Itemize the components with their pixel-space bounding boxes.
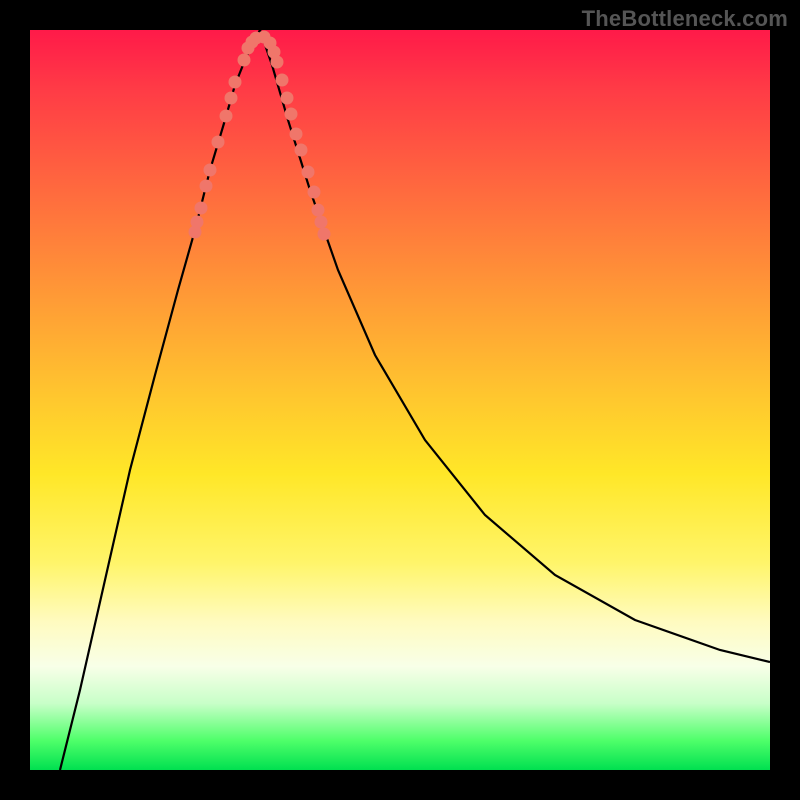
data-bead	[281, 92, 294, 105]
data-bead	[312, 204, 325, 217]
watermark-text: TheBottleneck.com	[582, 6, 788, 32]
data-bead	[315, 216, 328, 229]
data-bead	[285, 108, 298, 121]
data-bead	[191, 216, 204, 229]
data-bead	[271, 56, 284, 69]
data-bead	[318, 228, 331, 241]
data-bead	[308, 186, 321, 199]
data-bead	[276, 74, 289, 87]
data-bead	[200, 180, 213, 193]
curve-right-branch	[260, 30, 770, 662]
data-beads	[189, 31, 331, 241]
curve-layer	[30, 30, 770, 770]
data-bead	[212, 136, 225, 149]
data-bead	[258, 31, 271, 44]
data-bead	[204, 164, 217, 177]
data-bead	[290, 128, 303, 141]
chart-frame: TheBottleneck.com	[0, 0, 800, 800]
data-bead	[220, 110, 233, 123]
data-bead	[229, 76, 242, 89]
data-bead	[302, 166, 315, 179]
data-bead	[238, 54, 251, 67]
curve-left-branch	[60, 30, 260, 770]
data-bead	[295, 144, 308, 157]
data-bead	[225, 92, 238, 105]
data-bead	[195, 202, 208, 215]
